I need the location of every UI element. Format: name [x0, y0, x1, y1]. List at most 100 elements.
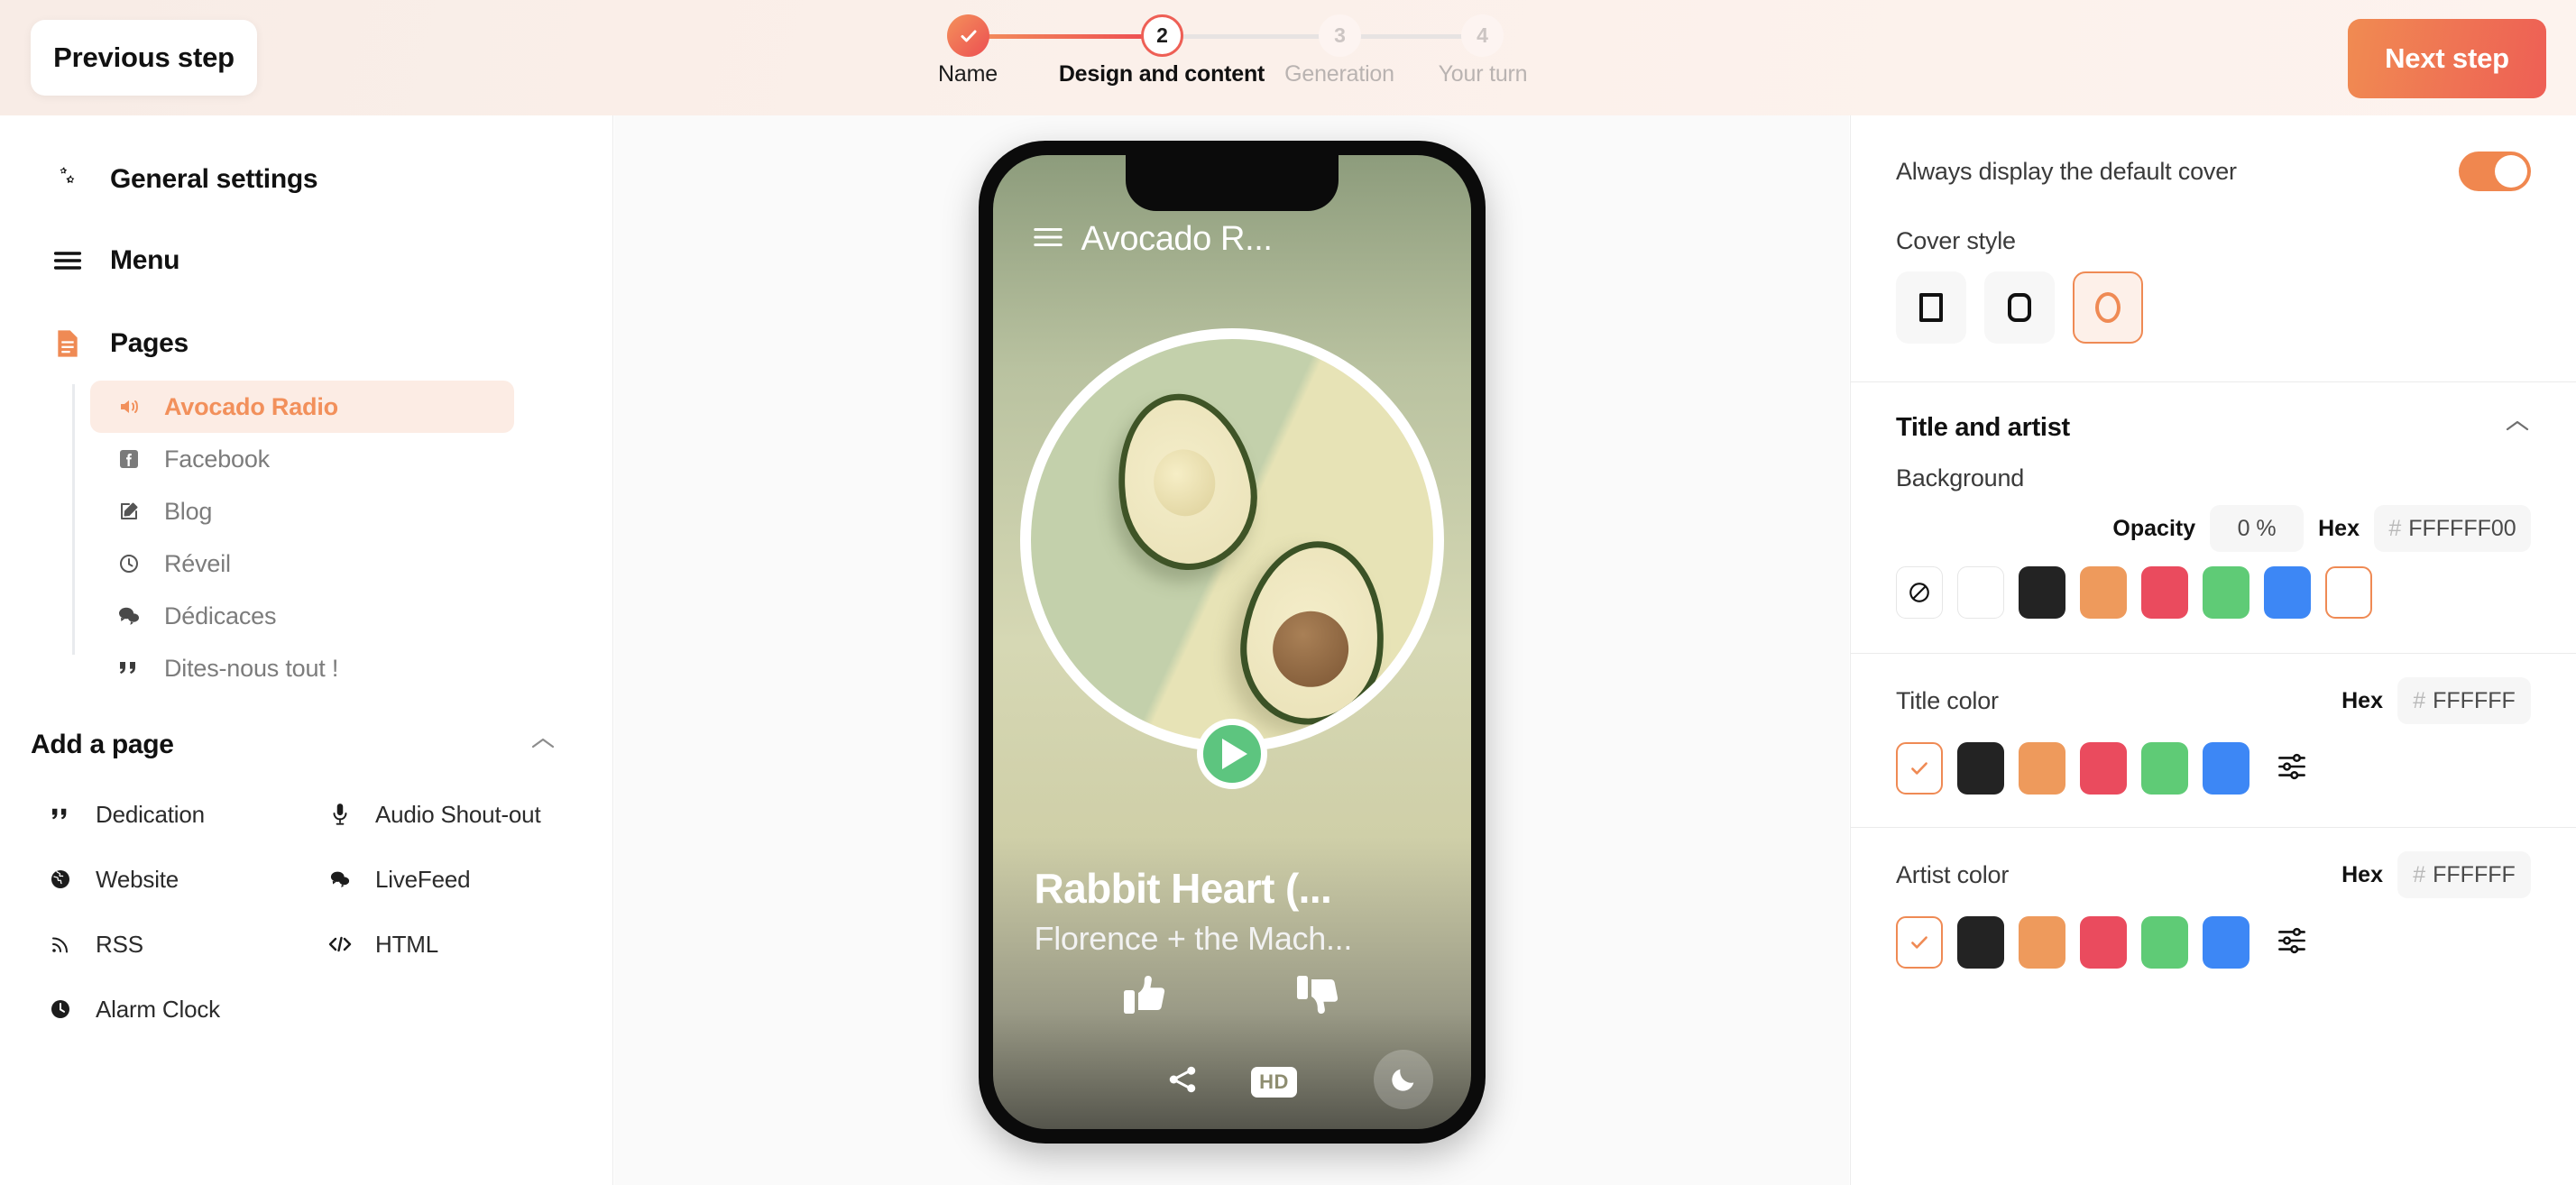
title-hex-input[interactable]: # FFFFFF [2397, 677, 2531, 724]
chevron-up-icon[interactable] [2504, 418, 2531, 438]
cover-style-rounded[interactable] [1984, 271, 2055, 344]
phone-screen: Avocado R... Rabbit Heart (... Florence … [992, 155, 1471, 1129]
title-swatch-red[interactable] [2080, 742, 2127, 795]
sidebar-page-reveil[interactable]: Réveil [90, 537, 612, 590]
title-swatch-blue[interactable] [2203, 742, 2249, 795]
color-picker-sliders-icon[interactable] [2277, 753, 2307, 785]
sidebar-page-dedicaces-label: Dédicaces [164, 602, 277, 629]
cover-style-circle[interactable] [2073, 271, 2143, 344]
previous-step-button[interactable]: Previous step [31, 20, 257, 96]
color-picker-sliders-icon[interactable] [2277, 927, 2307, 959]
sidebar-item-pages[interactable]: Pages [0, 312, 612, 375]
swatch-black[interactable] [2019, 566, 2065, 619]
artist-swatch-green[interactable] [2141, 916, 2188, 969]
artist-swatch-red[interactable] [2080, 916, 2127, 969]
artist-swatch-black[interactable] [1957, 916, 2004, 969]
swatch-white[interactable] [1957, 566, 2004, 619]
add-page-dedication[interactable]: Dedication [45, 790, 325, 839]
chevron-up-icon [529, 735, 557, 756]
play-button[interactable] [1196, 719, 1267, 789]
share-icon[interactable] [1166, 1063, 1199, 1100]
square-icon [1919, 293, 1943, 322]
add-page-alarm-clock-label: Alarm Clock [96, 995, 220, 1023]
hash-symbol: # [2413, 861, 2426, 887]
stepper-label-name: Name [938, 61, 998, 87]
wizard-stepper: 2 3 4 Name Design and content Generation… [938, 14, 1528, 105]
add-page-livefeed[interactable]: LiveFeed [325, 855, 612, 904]
sidebar-page-avocado-radio-label: Avocado Radio [164, 392, 338, 420]
sidebar-pages-label: Pages [110, 328, 189, 358]
title-swatch-orange[interactable] [2019, 742, 2065, 795]
phone-notch [1125, 155, 1339, 211]
artist-swatch-white[interactable] [1896, 916, 1943, 969]
artist-swatch-orange[interactable] [2019, 916, 2065, 969]
rounded-square-icon [2008, 293, 2031, 322]
swatch-blue[interactable] [2264, 566, 2311, 619]
artist-color-label: Artist color [1896, 860, 2010, 888]
background-field-row: Opacity 0 % Hex # FFFFFF00 [1896, 505, 2531, 552]
sidebar-page-facebook[interactable]: Facebook [90, 433, 612, 485]
chat-bubbles-icon [325, 869, 355, 889]
default-cover-row: Always display the default cover [1851, 115, 2576, 191]
stepper-label-generation: Generation [1284, 61, 1394, 87]
hash-symbol: # [2413, 687, 2426, 713]
sidebar-page-blog[interactable]: Blog [90, 485, 612, 537]
swatch-none[interactable] [1896, 566, 1943, 619]
check-icon [961, 30, 976, 41]
artist-color-block: Artist color Hex # FFFFFF [1851, 851, 2576, 969]
add-page-rss[interactable]: RSS [45, 920, 325, 969]
swatch-green[interactable] [2203, 566, 2249, 619]
stepper-node-4[interactable]: 4 [1461, 14, 1504, 57]
top-bar: Previous step 2 3 4 Name Design and cont… [0, 0, 2576, 115]
sidebar-page-dites-nous-tout[interactable]: Dites-nous tout ! [90, 642, 612, 694]
add-a-page-header[interactable]: Add a page [0, 714, 612, 776]
stepper-node-3[interactable]: 3 [1319, 14, 1361, 57]
sidebar-menu-label: Menu [110, 245, 180, 275]
swatch-orange[interactable] [2080, 566, 2127, 619]
panel-divider [1851, 827, 2576, 828]
app-title: Avocado R... [1081, 220, 1273, 258]
rating-row [993, 972, 1471, 1022]
sidebar-item-general-settings[interactable]: General settings [0, 148, 612, 211]
swatch-custom-selected[interactable] [2325, 566, 2372, 619]
panel-divider [1851, 653, 2576, 654]
add-page-audio-shout-out[interactable]: Audio Shout-out [325, 790, 612, 839]
sidebar-item-menu[interactable]: Menu [0, 229, 612, 292]
artist-swatch-blue[interactable] [2203, 916, 2249, 969]
add-page-html[interactable]: HTML [325, 920, 612, 969]
hd-badge[interactable]: HD [1251, 1066, 1297, 1098]
add-page-website[interactable]: Website [45, 855, 325, 904]
background-hex-input[interactable]: # FFFFFF00 [2374, 505, 2531, 552]
thumbs-up-icon[interactable] [1122, 972, 1169, 1022]
stepper-node-1[interactable] [947, 14, 989, 57]
gears-icon [51, 164, 85, 195]
default-cover-toggle[interactable] [2459, 152, 2531, 191]
opacity-input[interactable]: 0 % [2210, 505, 2305, 552]
title-swatch-black[interactable] [1957, 742, 2004, 795]
sidebar-page-dedicaces[interactable]: Dédicaces [90, 590, 612, 642]
title-color-block: Title color Hex # FFFFFF [1851, 677, 2576, 795]
title-swatch-green[interactable] [2141, 742, 2188, 795]
next-step-button[interactable]: Next step [2348, 19, 2546, 98]
title-and-artist-header[interactable]: Title and artist [1851, 382, 2576, 443]
hamburger-icon[interactable] [1033, 225, 1063, 253]
opacity-value: 0 % [2237, 515, 2277, 541]
sidebar-page-avocado-radio[interactable]: Avocado Radio [90, 381, 514, 433]
add-page-audio-shout-out-label: Audio Shout-out [375, 800, 541, 828]
background-label: Background [1896, 464, 2025, 491]
thumbs-down-icon[interactable] [1295, 972, 1342, 1022]
swatch-red[interactable] [2141, 566, 2188, 619]
title-swatch-white[interactable] [1896, 742, 1943, 795]
cover-style-square[interactable] [1896, 271, 1966, 344]
check-icon [1911, 762, 1927, 775]
speaker-icon [114, 396, 144, 418]
avocado-half-top [1102, 382, 1269, 581]
add-page-livefeed-label: LiveFeed [375, 865, 471, 893]
artist-hex-input[interactable]: # FFFFFF [2397, 851, 2531, 898]
background-hex-label: Hex [2318, 515, 2360, 541]
phone-mockup: Avocado R... Rabbit Heart (... Florence … [978, 141, 1486, 1144]
background-hex-value: FFFFFF00 [2408, 515, 2516, 541]
stepper-track: 2 3 4 [938, 14, 1504, 58]
add-page-alarm-clock[interactable]: Alarm Clock [45, 985, 325, 1033]
stepper-node-2[interactable]: 2 [1141, 14, 1183, 57]
